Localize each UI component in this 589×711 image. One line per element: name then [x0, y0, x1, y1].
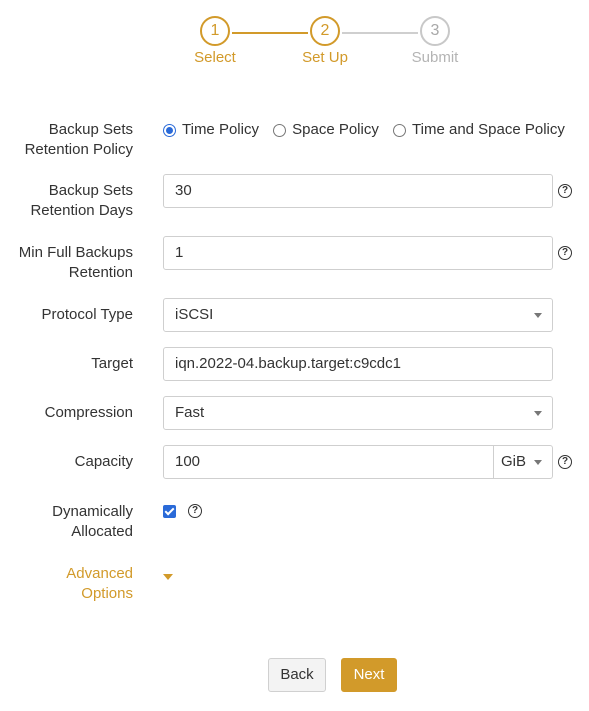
- step-number: 2: [310, 16, 340, 46]
- next-button[interactable]: Next: [341, 658, 397, 692]
- help-icon[interactable]: ?: [558, 455, 572, 469]
- target-label: Target: [91, 355, 133, 372]
- step-number: 3: [420, 16, 450, 46]
- protocol-type-select[interactable]: iSCSI: [163, 298, 553, 332]
- retention-policy-radio-group: Time Policy Space Policy Time and Space …: [163, 120, 565, 143]
- wizard-stepper: 1 Select 2 Set Up 3 Submit: [0, 0, 589, 80]
- radio-checked-icon[interactable]: [163, 123, 176, 137]
- protocol-type-value: iSCSI: [175, 306, 214, 323]
- retention-policy-label: Backup Sets Retention Policy: [24, 121, 133, 158]
- step-select[interactable]: 1 Select: [185, 16, 245, 66]
- radio-unchecked-icon[interactable]: [393, 123, 407, 137]
- step-number: 1: [200, 16, 230, 46]
- help-icon[interactable]: ?: [558, 184, 572, 198]
- radio-space-policy[interactable]: Space Policy: [273, 120, 379, 140]
- chevron-down-icon[interactable]: [534, 411, 542, 416]
- compression-value: Fast: [175, 404, 205, 421]
- compression-select[interactable]: Fast: [163, 396, 553, 430]
- compression-label: Compression: [44, 404, 133, 421]
- help-icon[interactable]: ?: [188, 504, 202, 518]
- step-submit: 3 Submit: [405, 16, 465, 66]
- step-label: Select: [194, 49, 236, 66]
- caret-down-icon[interactable]: [163, 574, 173, 580]
- retention-days-label: Backup Sets Retention Days: [30, 182, 133, 219]
- retention-days-input[interactable]: 30: [163, 174, 553, 208]
- radio-time-policy[interactable]: Time Policy: [163, 120, 259, 140]
- chevron-down-icon[interactable]: [534, 313, 542, 318]
- back-button[interactable]: Back: [268, 658, 326, 692]
- protocol-type-label: Protocol Type: [41, 306, 133, 323]
- radio-label[interactable]: Space Policy: [292, 120, 379, 140]
- dynamically-allocated-checkbox[interactable]: [163, 505, 176, 518]
- radio-unchecked-icon[interactable]: [273, 123, 287, 137]
- step-set-up[interactable]: 2 Set Up: [295, 16, 355, 66]
- advanced-options-toggle[interactable]: Advanced Options: [3, 564, 133, 604]
- step-label: Set Up: [302, 49, 348, 66]
- target-input[interactable]: iqn.2022-04.backup.target:c9cdc1: [163, 347, 553, 381]
- dynamically-allocated-label: Dynamically Allocated: [52, 503, 133, 540]
- radio-label[interactable]: Time and Space Policy: [412, 120, 565, 140]
- capacity-input[interactable]: 100: [175, 453, 200, 470]
- radio-time-and-space-policy[interactable]: Time and Space Policy: [393, 120, 565, 140]
- capacity-unit-divider: [493, 446, 494, 478]
- capacity-label: Capacity: [74, 453, 133, 470]
- min-full-backups-label: Min Full Backups Retention: [18, 244, 133, 281]
- help-icon[interactable]: ?: [558, 246, 572, 260]
- step-label: Submit: [411, 49, 459, 66]
- chevron-down-icon[interactable]: [534, 460, 542, 465]
- capacity-unit-select[interactable]: GiB: [501, 446, 526, 478]
- min-full-backups-input[interactable]: 1: [163, 236, 553, 270]
- radio-label[interactable]: Time Policy: [182, 120, 259, 140]
- capacity-input-group: 100 GiB: [163, 445, 553, 479]
